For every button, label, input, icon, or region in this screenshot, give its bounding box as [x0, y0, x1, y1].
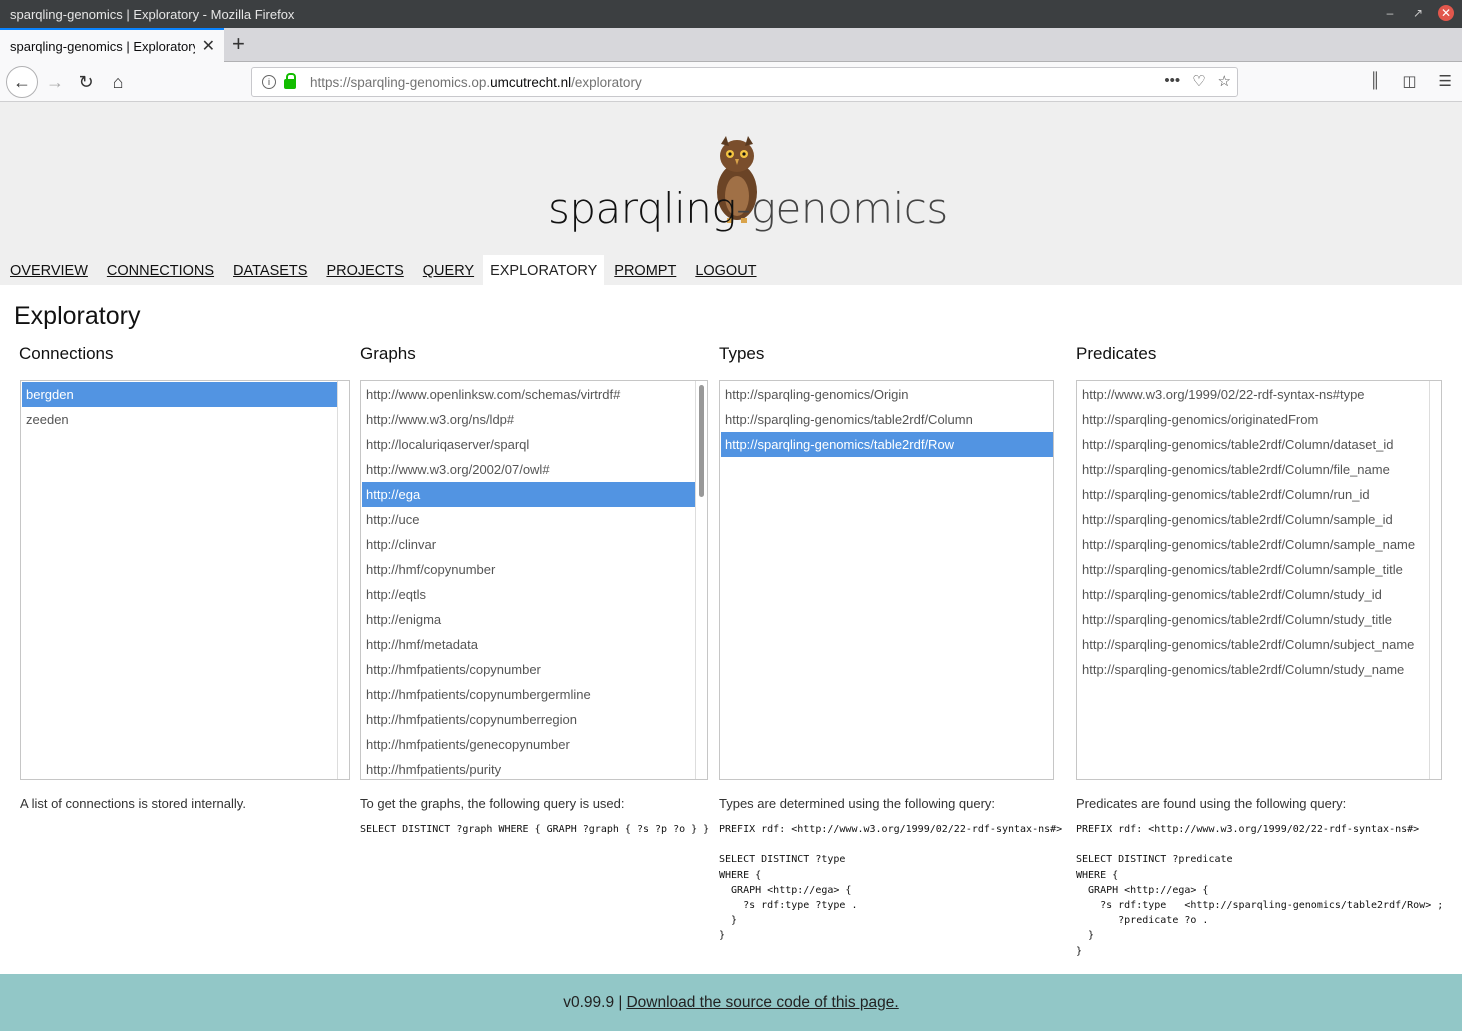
version-text: v0.99.9 | — [563, 993, 623, 1011]
url-text[interactable]: https://sparqling-genomics.op.umcutrecht… — [310, 75, 642, 90]
menu-query[interactable]: QUERY — [413, 263, 483, 285]
graphs-list[interactable]: http://www.openlinksw.com/schemas/virtrd… — [360, 380, 708, 780]
types-heading: Types — [719, 344, 765, 363]
list-item[interactable]: http://sparqling-genomics/table2rdf/Colu… — [1078, 532, 1429, 557]
menu-overview[interactable]: OVERVIEW — [0, 263, 97, 285]
window-title: sparqling-genomics | Exploratory - Mozil… — [10, 6, 295, 22]
navigation-toolbar: ← → ↻ ⌂ i https://sparqling-genomics.op.… — [0, 62, 1462, 102]
window-controls: – ↗ ✕ — [1382, 5, 1454, 21]
list-item[interactable]: http://hmfpatients/copynumber — [362, 657, 695, 682]
menu-projects[interactable]: PROJECTS — [316, 263, 412, 285]
menu-connections[interactable]: CONNECTIONS — [97, 263, 223, 285]
menu-datasets[interactable]: DATASETS — [223, 263, 316, 285]
pocket-icon[interactable]: ♡ — [1192, 72, 1205, 90]
site-footer: v0.99.9 | Download the source code of th… — [0, 974, 1462, 1031]
graphs-description: To get the graphs, the following query i… — [360, 796, 625, 811]
list-item[interactable]: http://sparqling-genomics/table2rdf/Colu… — [1078, 557, 1429, 582]
logo-main-text: sparqling — [548, 184, 737, 233]
lock-icon — [284, 73, 296, 89]
list-item[interactable]: http://sparqling-genomics/table2rdf/Colu… — [721, 407, 1053, 432]
list-item[interactable]: http://sparqling-genomics/Origin — [721, 382, 1053, 407]
list-item[interactable]: http://ega — [362, 482, 695, 507]
tab-strip: sparqling-genomics | Exploratory ✕ + — [0, 28, 1462, 62]
list-item[interactable]: http://hmfpatients/copynumberregion — [362, 707, 695, 732]
tab-exploratory[interactable]: sparqling-genomics | Exploratory ✕ — [0, 28, 224, 62]
list-item[interactable]: http://sparqling-genomics/originatedFrom — [1078, 407, 1429, 432]
list-item[interactable]: http://hmf/metadata — [362, 632, 695, 657]
logo-light-text: -genomics — [736, 184, 948, 233]
list-item[interactable]: http://sparqling-genomics/table2rdf/Row — [721, 432, 1053, 457]
list-item[interactable]: http://sparqling-genomics/table2rdf/Colu… — [1078, 657, 1429, 682]
page-actions-icon[interactable]: ••• — [1164, 72, 1180, 90]
url-domain: umcutrecht.nl — [490, 74, 572, 90]
reload-icon[interactable]: ↻ — [72, 68, 100, 96]
menu-prompt[interactable]: PROMPT — [604, 263, 685, 285]
list-item[interactable]: http://hmfpatients/copynumbergermline — [362, 682, 695, 707]
predicates-heading: Predicates — [1076, 344, 1157, 363]
graphs-query: SELECT DISTINCT ?graph WHERE { GRAPH ?gr… — [360, 824, 710, 835]
menu-exploratory[interactable]: EXPLORATORY — [483, 255, 605, 285]
page-title: Exploratory — [14, 302, 141, 330]
scrollbar[interactable] — [695, 381, 707, 779]
connections-description: A list of connections is stored internal… — [20, 796, 246, 811]
list-item[interactable]: http://uce — [362, 507, 695, 532]
bookmark-star-icon[interactable]: ☆ — [1218, 72, 1231, 90]
hamburger-menu-icon[interactable]: ☰ — [1439, 72, 1452, 90]
list-item[interactable]: http://www.w3.org/1999/02/22-rdf-syntax-… — [1078, 382, 1429, 407]
list-item[interactable]: http://sparqling-genomics/table2rdf/Colu… — [1078, 482, 1429, 507]
scrollbar[interactable] — [337, 381, 349, 779]
forward-icon[interactable]: → — [41, 68, 69, 96]
url-actions: ••• ♡ ☆ — [1164, 72, 1231, 90]
toolbar-right: ║ ◫ ☰ — [1370, 72, 1452, 90]
main-menu: OVERVIEW CONNECTIONS DATASETS PROJECTS Q… — [0, 253, 766, 285]
site-logo[interactable]: sparqling-genomics — [548, 184, 948, 233]
list-item[interactable]: http://enigma — [362, 607, 695, 632]
close-window-icon[interactable]: ✕ — [1438, 5, 1454, 21]
url-bar[interactable]: i https://sparqling-genomics.op.umcutrec… — [251, 67, 1238, 97]
info-icon[interactable]: i — [262, 75, 276, 89]
list-item[interactable]: http://localuriqaserver/sparql — [362, 432, 695, 457]
predicates-query: PREFIX rdf: <http://www.w3.org/1999/02/2… — [1076, 824, 1444, 957]
graphs-heading: Graphs — [360, 344, 416, 363]
list-item[interactable]: http://sparqling-genomics/table2rdf/Colu… — [1078, 507, 1429, 532]
list-item[interactable]: http://sparqling-genomics/table2rdf/Colu… — [1078, 632, 1429, 657]
list-item[interactable]: http://www.openlinksw.com/schemas/virtrd… — [362, 382, 695, 407]
connections-heading: Connections — [19, 344, 114, 363]
list-item[interactable]: http://www.w3.org/2002/07/owl# — [362, 457, 695, 482]
sidebar-icon[interactable]: ◫ — [1402, 72, 1416, 90]
list-item[interactable]: http://sparqling-genomics/table2rdf/Colu… — [1078, 457, 1429, 482]
menu-logout[interactable]: LOGOUT — [685, 263, 765, 285]
back-icon[interactable]: ← — [6, 66, 38, 98]
connections-list[interactable]: bergden zeeden — [20, 380, 350, 780]
scrollbar-thumb[interactable] — [699, 385, 704, 497]
predicates-description: Predicates are found using the following… — [1076, 796, 1347, 811]
predicates-list[interactable]: http://www.w3.org/1999/02/22-rdf-syntax-… — [1076, 380, 1442, 780]
list-item[interactable]: http://sparqling-genomics/table2rdf/Colu… — [1078, 607, 1429, 632]
list-item[interactable]: http://www.w3.org/ns/ldp# — [362, 407, 695, 432]
window-titlebar: sparqling-genomics | Exploratory - Mozil… — [0, 0, 1462, 28]
source-code-link[interactable]: Download the source code of this page. — [626, 994, 898, 1012]
scrollbar[interactable] — [1429, 381, 1441, 779]
restore-icon[interactable]: ↗ — [1410, 6, 1426, 20]
list-item[interactable]: http://eqtls — [362, 582, 695, 607]
url-prefix: https://sparqling-genomics.op. — [310, 74, 491, 90]
types-description: Types are determined using the following… — [719, 796, 996, 811]
list-item[interactable]: http://hmfpatients/genecopynumber — [362, 732, 695, 757]
tab-close-icon[interactable]: ✕ — [202, 36, 215, 56]
types-list[interactable]: http://sparqling-genomics/Origin http://… — [719, 380, 1054, 780]
url-path: /exploratory — [571, 74, 642, 90]
list-item[interactable]: http://sparqling-genomics/table2rdf/Colu… — [1078, 432, 1429, 457]
list-item[interactable]: http://hmfpatients/purity — [362, 757, 695, 779]
minimize-icon[interactable]: – — [1382, 6, 1398, 20]
list-item[interactable]: bergden — [22, 382, 337, 407]
new-tab-icon[interactable]: + — [232, 31, 245, 57]
library-icon[interactable]: ║ — [1370, 72, 1381, 90]
types-query: PREFIX rdf: <http://www.w3.org/1999/02/2… — [719, 824, 1063, 942]
list-item[interactable]: http://clinvar — [362, 532, 695, 557]
list-item[interactable]: http://hmf/copynumber — [362, 557, 695, 582]
list-item[interactable]: zeeden — [22, 407, 337, 432]
list-item[interactable]: http://sparqling-genomics/table2rdf/Colu… — [1078, 582, 1429, 607]
home-icon[interactable]: ⌂ — [104, 68, 132, 96]
tab-title: sparqling-genomics | Exploratory — [10, 38, 195, 54]
